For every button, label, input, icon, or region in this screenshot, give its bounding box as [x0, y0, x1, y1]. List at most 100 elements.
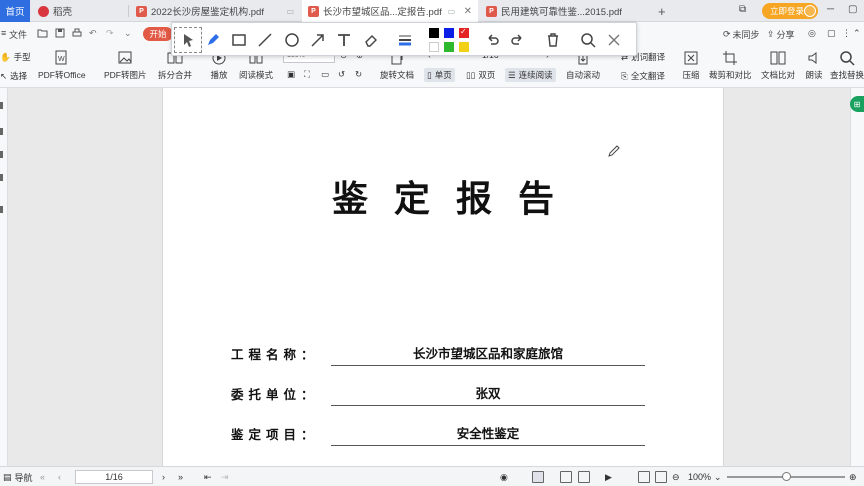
thumbnail-icon[interactable]	[0, 102, 3, 109]
compress-button[interactable]: 压缩	[682, 50, 700, 81]
more-icon[interactable]: ⋮	[842, 28, 851, 39]
color-green[interactable]	[444, 42, 454, 52]
full-translate-button[interactable]: ⎘ 全文翻译	[621, 70, 665, 82]
select-tool[interactable]: ↖ 选择	[0, 70, 27, 82]
redo-tool[interactable]	[509, 31, 527, 49]
circle-icon	[285, 33, 299, 47]
undo-icon	[488, 34, 499, 45]
prev-page-status-icon[interactable]: ‹	[58, 470, 61, 484]
single-page-icon: ▯	[427, 69, 432, 80]
fit-width-icon[interactable]: ▭	[321, 69, 329, 80]
delete-tool[interactable]	[544, 31, 562, 49]
undo-tool[interactable]	[483, 31, 501, 49]
first-page-icon[interactable]: «	[40, 470, 45, 484]
crop-compare-button[interactable]: 裁剪和对比	[709, 50, 752, 81]
text-tool[interactable]	[335, 31, 353, 49]
fit-status-icon[interactable]	[638, 471, 650, 483]
find-replace-button[interactable]: 查找替换	[830, 50, 864, 81]
color-black[interactable]	[429, 28, 439, 38]
undo-icon[interactable]: ↶	[89, 28, 97, 39]
redo-icon[interactable]: ↷	[106, 28, 114, 39]
close-toolbar[interactable]	[605, 31, 623, 49]
color-yellow[interactable]	[459, 42, 469, 52]
annotation-list-icon[interactable]	[0, 151, 3, 158]
zoom-slider[interactable]	[727, 472, 845, 481]
double-page-button[interactable]: ▯▯ 双页	[463, 68, 498, 82]
tab-label: 稻壳	[53, 7, 73, 18]
read-aloud-button[interactable]: 朗读	[805, 50, 823, 81]
restore-icon[interactable]: ▢	[848, 4, 857, 15]
eye-protect-icon[interactable]: ◉	[500, 470, 508, 484]
attachment-icon[interactable]	[0, 174, 3, 181]
highlighter-tool[interactable]	[204, 31, 222, 49]
app-store-icon[interactable]: ⊞	[850, 96, 864, 112]
hand-tool[interactable]: ✋ 手型	[0, 51, 31, 63]
zoom-slider-knob[interactable]	[782, 472, 791, 481]
save-icon[interactable]	[55, 28, 65, 38]
hand-icon: ✋	[0, 51, 11, 62]
pencil-icon[interactable]	[607, 144, 621, 158]
chevron-down-icon[interactable]: ⌄	[124, 28, 132, 39]
zoom-level[interactable]: 100%	[688, 470, 711, 484]
new-tab-button[interactable]: +	[652, 0, 674, 22]
sync-status[interactable]: ⟳ 未同步	[723, 28, 760, 41]
tab-home[interactable]: 首页	[0, 0, 30, 22]
arrow-tool[interactable]	[309, 31, 327, 49]
field-value-client: 张双	[331, 383, 645, 406]
tab-docer[interactable]: 稻壳	[32, 0, 128, 22]
search-tool[interactable]	[579, 31, 597, 49]
continuous-read-button[interactable]: ☰ 连续阅读	[505, 68, 556, 82]
circle-tool[interactable]	[283, 31, 301, 49]
tab-doc-2[interactable]: P 长沙市望城区品...定报告.pdf ▭ ✕	[302, 0, 478, 22]
pdf-to-image-button[interactable]: PDF转图片	[104, 50, 147, 81]
double-page-status-icon[interactable]	[560, 471, 572, 483]
tab-doc-1[interactable]: P 2022长沙房屋鉴定机构.pdf ▭	[130, 0, 300, 22]
login-button[interactable]: 立即登录	[762, 3, 818, 19]
window-switch-icon[interactable]: ⧉	[739, 4, 746, 15]
rotate-left-icon[interactable]: ↺	[338, 69, 345, 80]
eraser-tool[interactable]	[362, 31, 380, 49]
close-icon[interactable]: ✕	[458, 6, 472, 17]
print-icon[interactable]	[72, 28, 82, 38]
rotate-right-icon[interactable]: ↻	[355, 69, 362, 80]
share-button[interactable]: ⇪ 分享	[767, 28, 795, 41]
menu-icon[interactable]: ≡	[1, 28, 6, 38]
file-menu[interactable]: 文件	[9, 28, 27, 41]
next-page-status-icon[interactable]: ›	[162, 470, 165, 484]
bookmark-icon[interactable]	[0, 128, 3, 135]
single-page-button[interactable]: ▯ 单页	[424, 68, 455, 82]
trash-icon	[548, 33, 558, 47]
play-status-icon[interactable]: ▶	[605, 470, 612, 484]
fit-page-icon[interactable]: ⛶	[304, 69, 310, 80]
zoom-in-status-icon[interactable]: ⊕	[849, 470, 857, 484]
bell-icon[interactable]: ◎	[808, 28, 816, 39]
actual-size-icon[interactable]: ▣	[287, 69, 295, 80]
line-tool[interactable]	[256, 31, 274, 49]
fit-width-status-icon[interactable]	[655, 471, 667, 483]
page-number-input[interactable]: 1/16	[75, 470, 153, 484]
pdf-to-office-button[interactable]: W PDF转Office	[38, 50, 86, 81]
forward-icon[interactable]: ⇥	[221, 470, 229, 484]
tab-doc-3[interactable]: P 民用建筑可靠性鉴...2015.pdf	[480, 0, 650, 22]
search-panel-icon[interactable]	[0, 206, 3, 213]
color-white[interactable]	[429, 42, 439, 52]
zoom-dropdown-icon[interactable]: ⌄	[714, 470, 722, 484]
pointer-tool[interactable]	[174, 27, 202, 53]
collapse-icon[interactable]: ⌃	[853, 28, 861, 39]
avatar	[804, 5, 816, 17]
color-blue[interactable]	[444, 28, 454, 38]
book-view-icon[interactable]	[578, 471, 590, 483]
minimize-icon[interactable]: ─	[827, 4, 834, 15]
nav-toggle[interactable]: ▤ 导航	[3, 470, 33, 484]
comment-icon[interactable]: ▢	[827, 28, 836, 39]
last-page-icon[interactable]: »	[178, 470, 183, 484]
line-width-tool[interactable]	[396, 31, 414, 49]
rectangle-tool[interactable]	[230, 31, 248, 49]
back-icon[interactable]: ⇤	[204, 470, 212, 484]
zoom-out-status-icon[interactable]: ⊖	[672, 470, 680, 484]
doc-compare-button[interactable]: 文档比对	[761, 50, 795, 81]
open-folder-icon[interactable]	[37, 28, 48, 38]
tab-start[interactable]: 开始	[143, 27, 173, 41]
color-red[interactable]	[459, 27, 469, 38]
single-page-status-icon[interactable]	[532, 471, 544, 483]
